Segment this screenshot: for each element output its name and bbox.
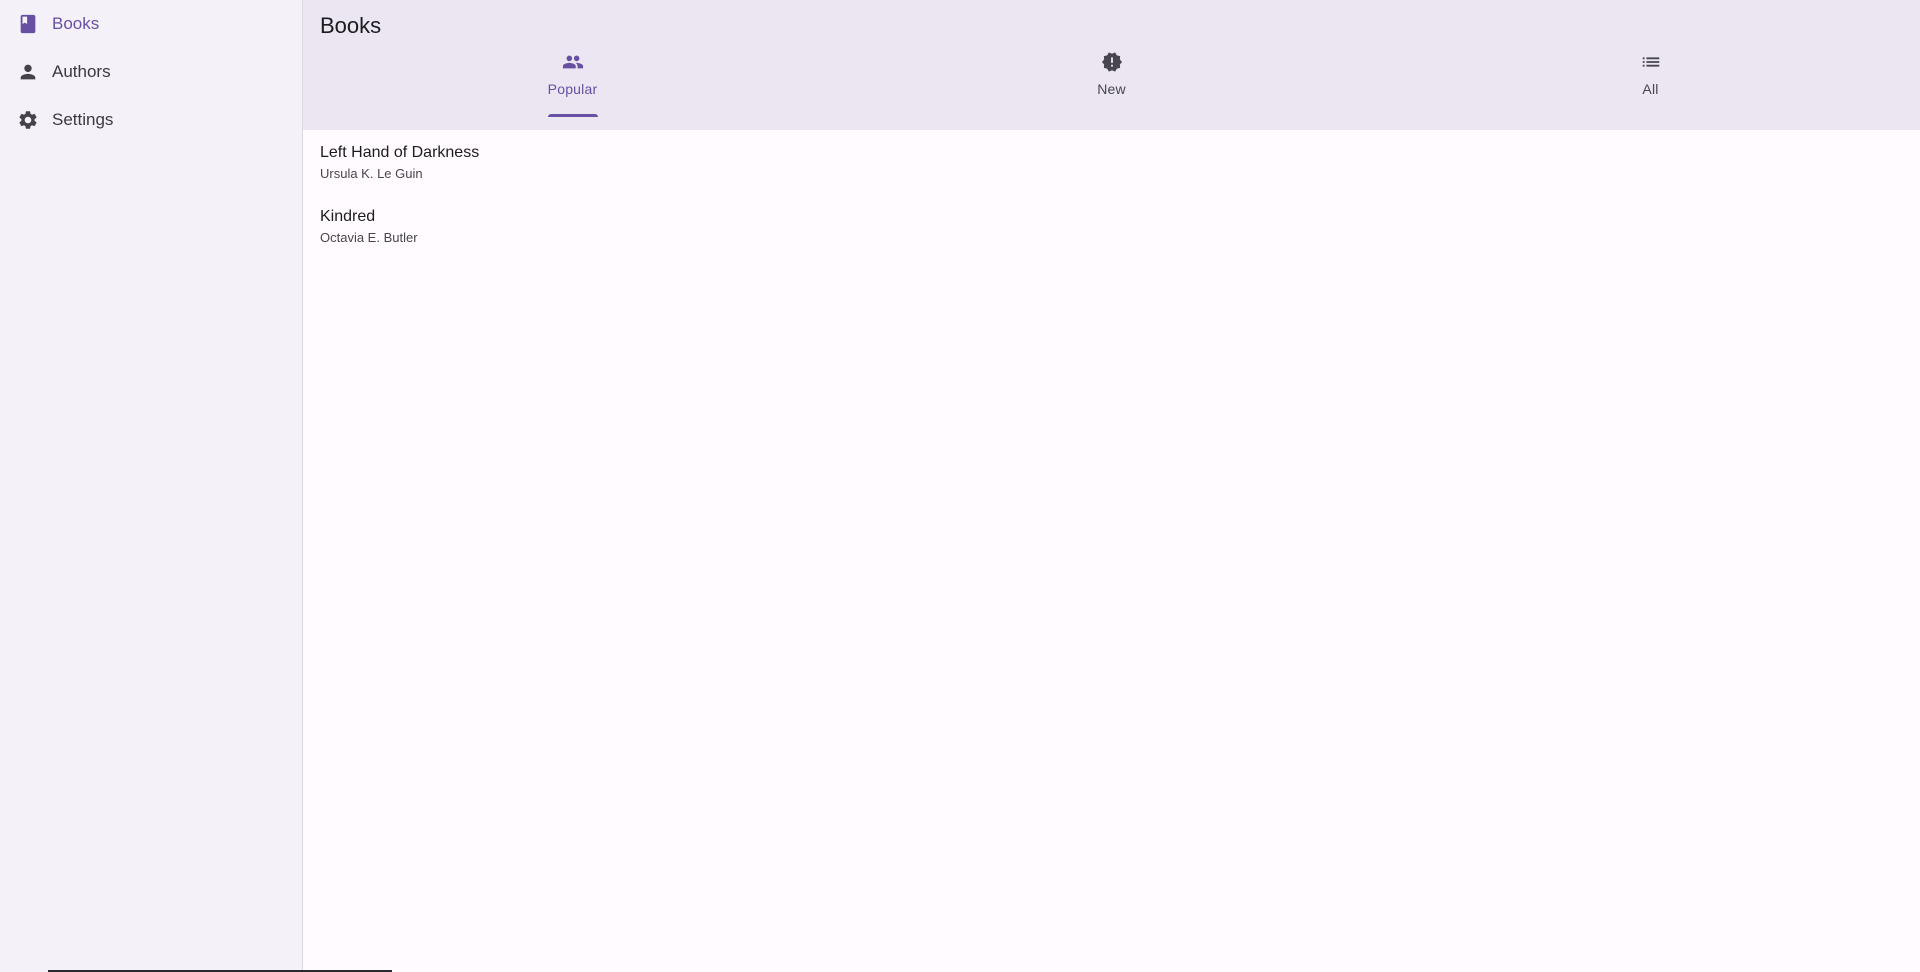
sidebar-item-settings[interactable]: Settings <box>0 96 302 144</box>
app-root: Books Authors Settings Books Popular New… <box>0 0 1920 972</box>
main-content: Books Popular New All Left Hand of Darkn… <box>303 0 1920 972</box>
tab-new[interactable]: New <box>842 50 1381 150</box>
book-title: Kindred <box>320 208 376 225</box>
tab-bar: Popular New All <box>303 52 1920 150</box>
list-item[interactable]: Kindred Octavia E. Butler <box>303 206 1920 270</box>
tab-label: New <box>1097 81 1126 97</box>
gear-icon <box>16 108 40 132</box>
sidebar-item-label: Authors <box>52 62 111 81</box>
book-author: Octavia E. Butler <box>320 230 418 245</box>
people-icon <box>561 50 585 74</box>
person-icon <box>16 60 40 84</box>
book-author: Ursula K. Le Guin <box>320 166 423 181</box>
sidebar-item-books[interactable]: Books <box>0 0 302 48</box>
new-releases-icon <box>1100 50 1124 74</box>
sidebar: Books Authors Settings <box>0 0 392 972</box>
sidebar-item-label: Settings <box>52 110 114 129</box>
tab-popular[interactable]: Popular <box>303 50 842 150</box>
sidebar-item-authors[interactable]: Authors <box>0 48 302 96</box>
book-icon <box>16 12 40 36</box>
list-item[interactable]: Left Hand of Darkness Ursula K. Le Guin <box>303 142 1920 206</box>
book-list: Left Hand of Darkness Ursula K. Le Guin … <box>303 130 1920 972</box>
list-icon <box>1639 50 1663 74</box>
sidebar-item-label: Books <box>52 14 100 33</box>
active-tab-indicator <box>547 114 598 117</box>
tab-label: Popular <box>547 81 598 97</box>
page-title: Books <box>320 13 382 38</box>
app-bar: Books Popular New All <box>303 0 1920 130</box>
tab-label: All <box>1642 81 1659 97</box>
tab-all[interactable]: All <box>1381 50 1920 150</box>
